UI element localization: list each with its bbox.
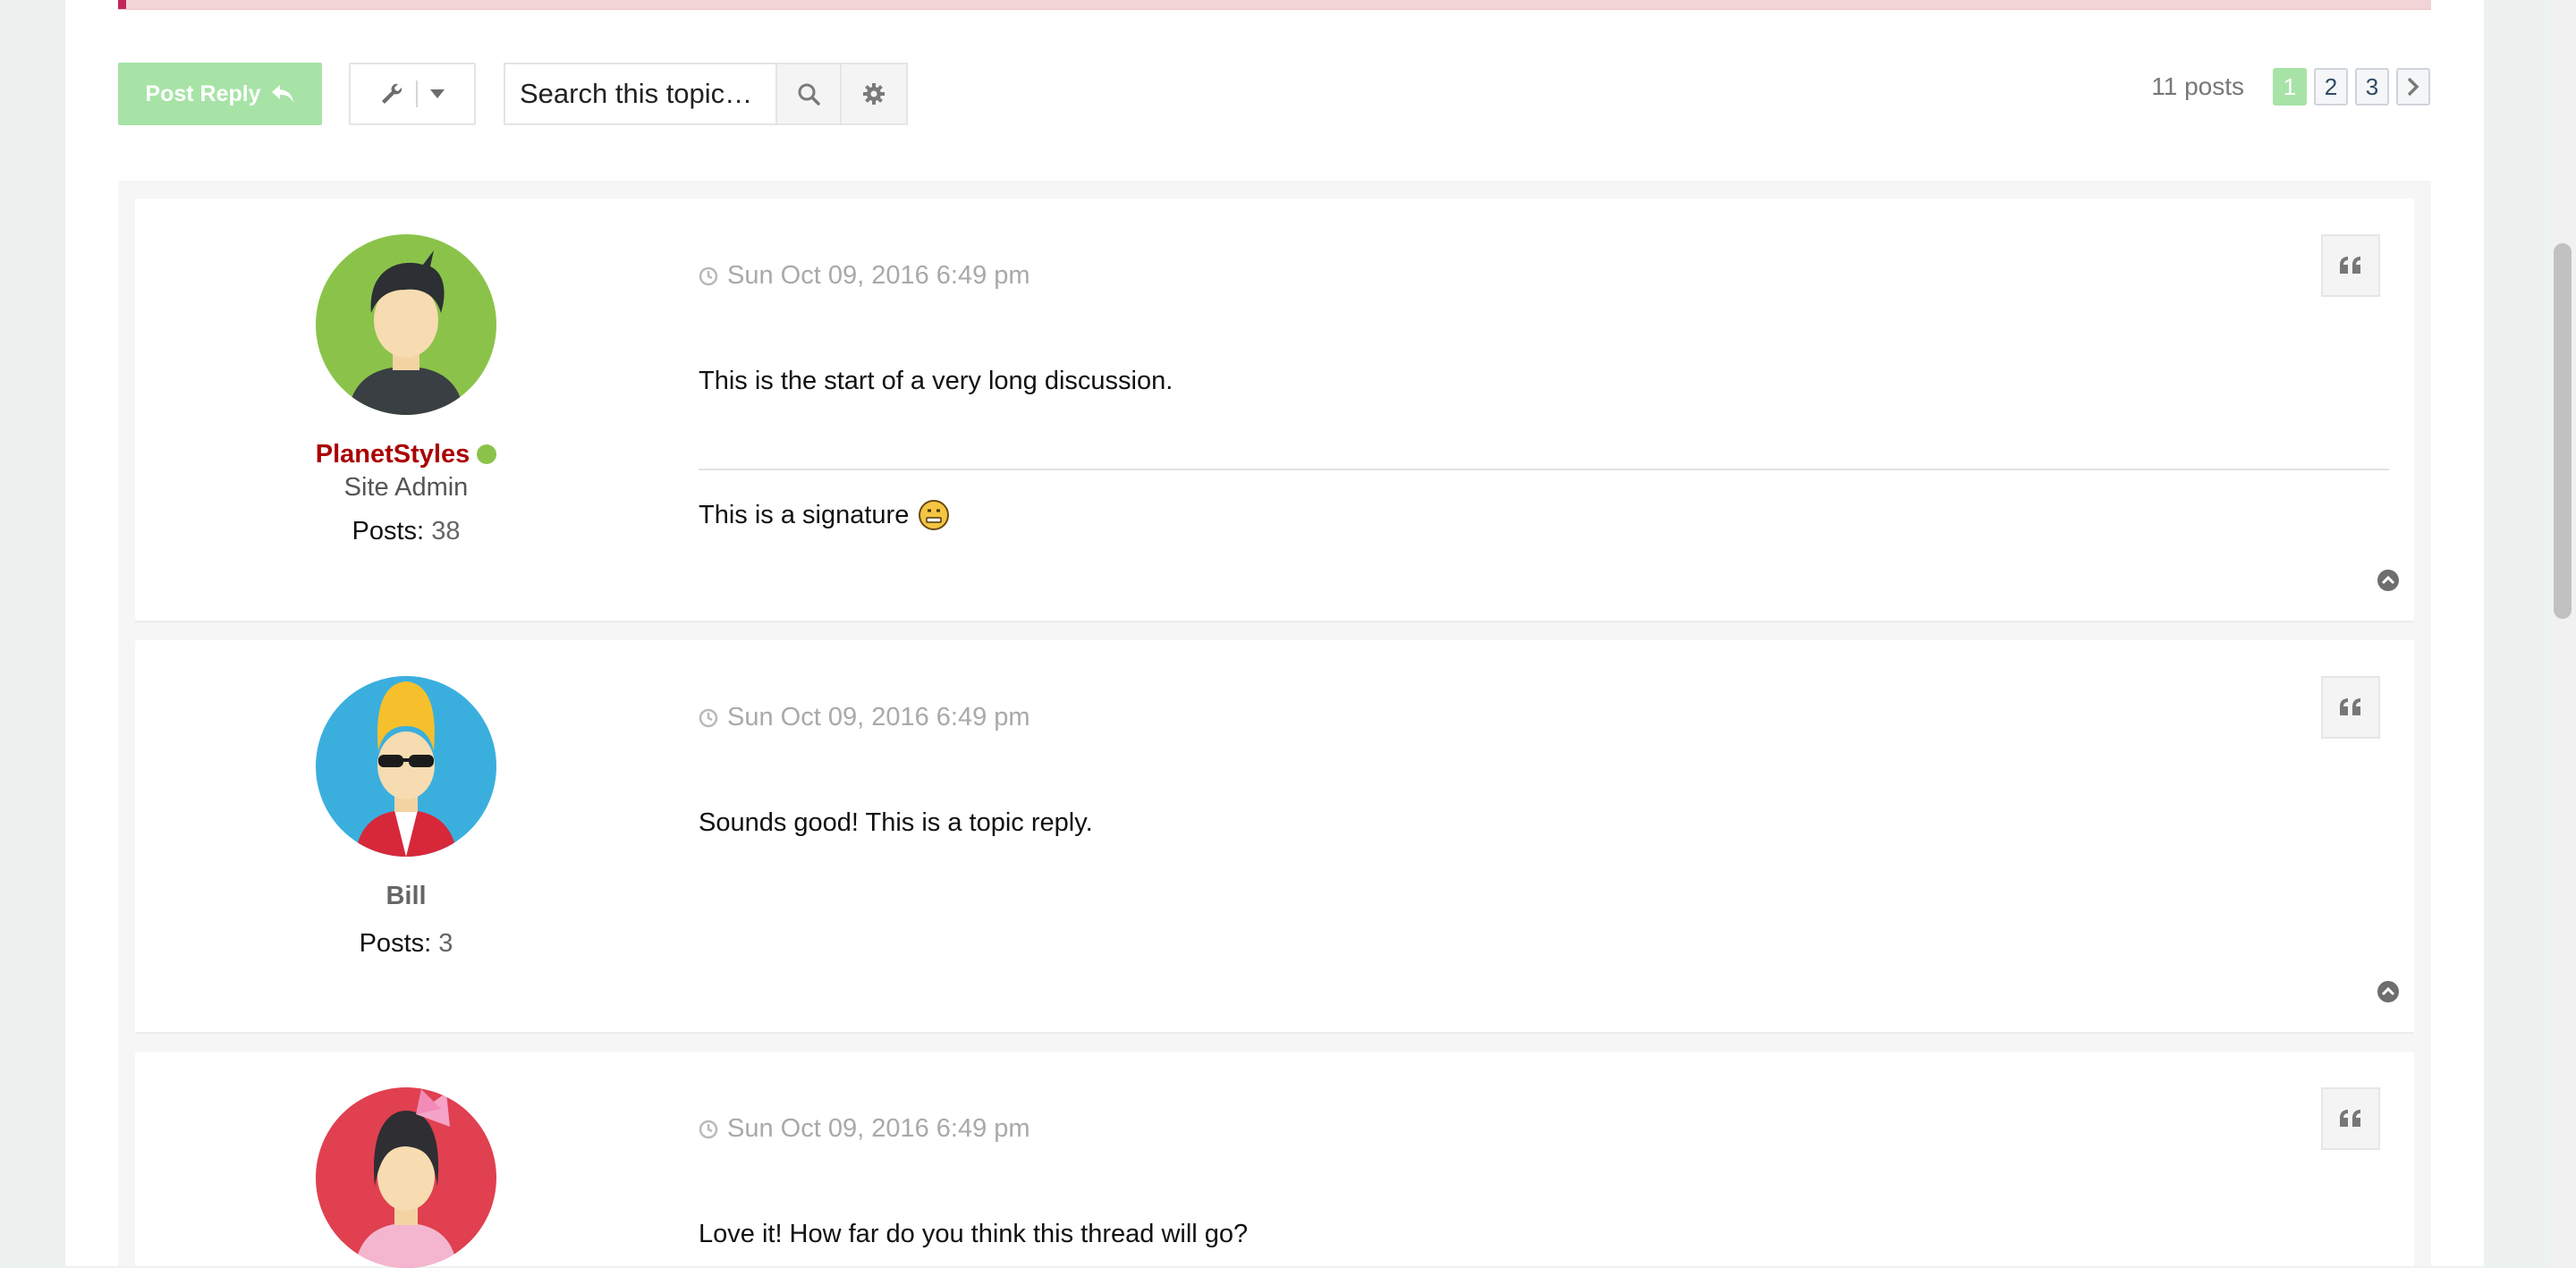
- user-post-count-link[interactable]: 3: [438, 929, 453, 958]
- search-icon: [798, 83, 820, 106]
- user-avatar-image: [316, 1087, 496, 1268]
- username-link[interactable]: Bill: [386, 882, 426, 910]
- gear-icon: [863, 83, 885, 105]
- user-info: PlanetStyles Site Admin Posts: 38: [269, 440, 543, 546]
- clock-icon: [699, 1120, 718, 1138]
- post-date[interactable]: Sun Oct 09, 2016 6:49 pm: [699, 703, 1030, 732]
- post-content: Sounds good! This is a topic reply.: [699, 808, 1093, 837]
- user-info: Bill Posts: 3: [269, 882, 543, 959]
- back-to-top-icon[interactable]: [2377, 569, 2400, 592]
- clock-icon: [699, 266, 718, 285]
- user-post-count: Posts: 38: [352, 517, 461, 545]
- quote-button[interactable]: [2321, 1087, 2380, 1150]
- search-topic-input[interactable]: [504, 63, 775, 125]
- post-content: This is the start of a very long discuss…: [699, 367, 1174, 395]
- avatar[interactable]: [316, 1087, 496, 1268]
- post-content: Love it! How far do you think this threa…: [699, 1220, 1249, 1248]
- quote-button[interactable]: [2321, 234, 2380, 297]
- topic-tools-dropdown[interactable]: [349, 63, 476, 125]
- page-3-button[interactable]: 3: [2355, 68, 2389, 106]
- post-count: 11 posts: [2151, 72, 2244, 100]
- post-item: Sun Oct 09, 2016 6:49 pm Love it! How fa…: [135, 1052, 2414, 1268]
- signature-divider: [699, 469, 2389, 470]
- page-2-button[interactable]: 2: [2314, 68, 2348, 106]
- user-avatar-image: [316, 676, 496, 857]
- post-reply-label: Post Reply: [145, 80, 261, 106]
- advanced-search-button[interactable]: [842, 63, 908, 125]
- user-post-count-link[interactable]: 38: [431, 517, 460, 545]
- chevron-right-icon: [2407, 77, 2419, 97]
- username-link[interactable]: PlanetStyles: [316, 440, 470, 469]
- online-status-icon: [477, 444, 497, 464]
- clock-icon: [699, 708, 718, 727]
- search-button[interactable]: [775, 63, 842, 125]
- wrench-icon: [382, 83, 402, 104]
- tools-divider: [416, 80, 418, 107]
- post-item: Bill Posts: 3 Sun Oct 09, 2016 6:49 pm S…: [135, 640, 2414, 1034]
- reply-arrow-icon: [271, 85, 293, 103]
- quote-icon: [2340, 698, 2360, 715]
- back-to-top-icon[interactable]: [2377, 980, 2400, 1003]
- post-date[interactable]: Sun Oct 09, 2016 6:49 pm: [699, 261, 1030, 291]
- quote-button[interactable]: [2321, 676, 2380, 739]
- post-date[interactable]: Sun Oct 09, 2016 6:49 pm: [699, 1114, 1030, 1144]
- user-rank: Site Admin: [343, 473, 469, 502]
- posts-container: PlanetStyles Site Admin Posts: 38 Sun Oc…: [118, 181, 2431, 1268]
- page-1-button[interactable]: 1: [2273, 68, 2307, 106]
- tongue-smiley-icon: [919, 500, 950, 530]
- avatar[interactable]: [316, 676, 496, 857]
- avatar[interactable]: [316, 234, 496, 415]
- topic-search: [504, 63, 908, 125]
- post-reply-button[interactable]: Post Reply: [118, 63, 322, 125]
- quote-icon: [2340, 1110, 2360, 1127]
- next-page-button[interactable]: [2396, 68, 2430, 106]
- pagination: 11 posts 1 2 3: [2151, 68, 2430, 106]
- user-post-count: Posts: 3: [359, 929, 453, 958]
- caret-down-icon: [430, 89, 445, 98]
- scrollbar-thumb[interactable]: [2554, 243, 2572, 619]
- post-signature: This is a signature: [699, 499, 950, 531]
- user-avatar-image: [316, 234, 496, 415]
- page-scrollbar[interactable]: [2549, 0, 2576, 1266]
- post-item: PlanetStyles Site Admin Posts: 38 Sun Oc…: [135, 199, 2414, 622]
- quote-icon: [2340, 257, 2360, 274]
- top-accent-bar: [118, 0, 2431, 10]
